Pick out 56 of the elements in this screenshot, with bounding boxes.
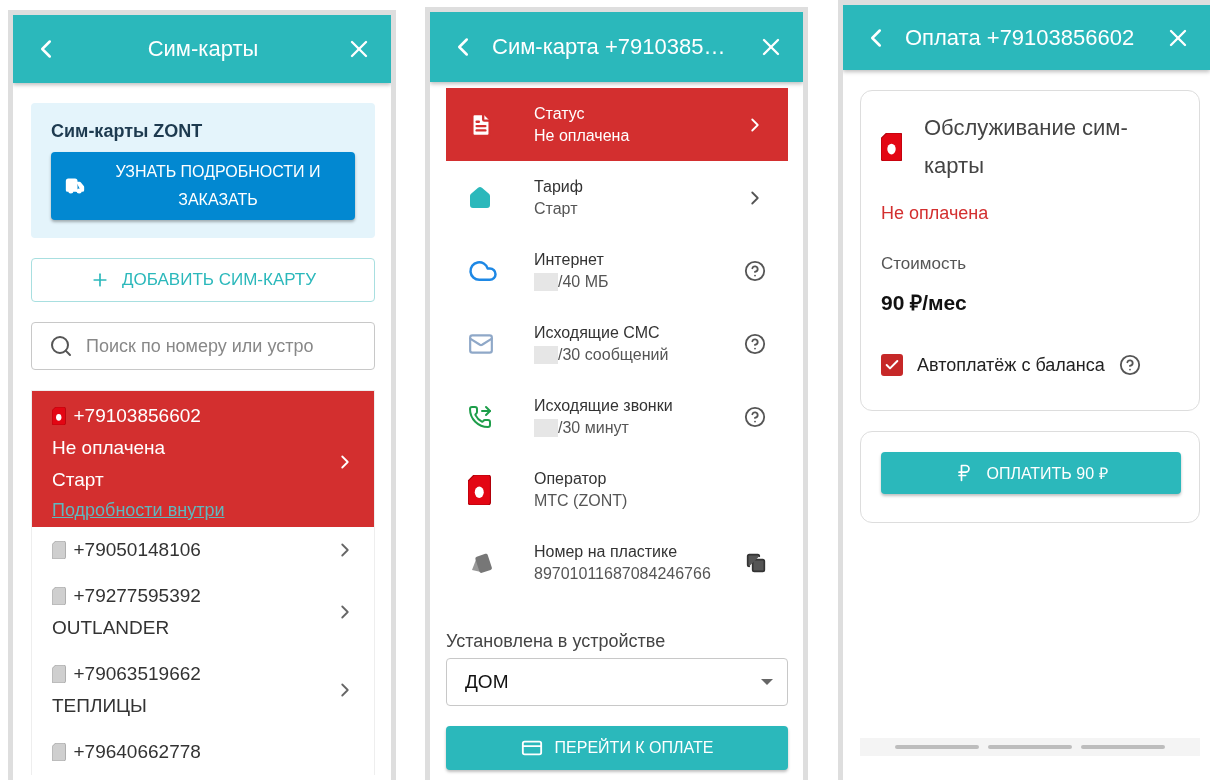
service-title: Обслуживание сим-карты	[924, 114, 1129, 180]
row-value: /30 минут	[558, 418, 629, 437]
sim-card-icon	[52, 743, 66, 761]
row-value: Не оплачена	[534, 126, 630, 145]
device-select[interactable]: ДОМ	[446, 658, 788, 706]
search-icon	[49, 334, 73, 358]
phone-number: +79640662778	[73, 740, 201, 764]
sim-card-icon	[881, 133, 902, 161]
row-label: Исходящие звонки	[534, 396, 674, 415]
field-label: Установлена в устройстве	[446, 631, 667, 652]
sim-card-icon	[52, 407, 66, 425]
sim-info-text: ТЕПЛИЦЫ	[52, 694, 148, 718]
truck-icon	[65, 176, 85, 196]
promo-title: Сим-карты ZONT	[51, 121, 204, 142]
row-label: Исходящие СМС	[534, 323, 661, 342]
header-title: Оплата +79103856602	[905, 24, 1136, 51]
row-value: /40 МБ	[558, 272, 609, 291]
autopay-checkbox[interactable]	[881, 354, 903, 376]
phone-number: +79103856602	[73, 404, 201, 428]
help-icon[interactable]	[744, 259, 766, 282]
header-title: Сим-карта +7910385…	[492, 34, 727, 60]
row-value: /30 сообщений	[558, 345, 669, 364]
phone-number: +79063519662	[73, 662, 201, 686]
row-value: Старт	[534, 199, 578, 218]
row-label: Тариф	[534, 177, 584, 196]
help-icon[interactable]	[744, 332, 766, 355]
sim-card-icon	[52, 541, 66, 559]
phone-icon	[468, 404, 492, 429]
sim-info-text: Не оплачена	[52, 436, 167, 460]
help-icon[interactable]	[1118, 354, 1141, 376]
checkbox-label: Автоплатёж с баланса	[917, 354, 1105, 376]
copy-icon[interactable]	[746, 552, 766, 573]
row-value: 89701011687084246766	[534, 564, 711, 583]
cost-label: Стоимость	[881, 254, 968, 274]
row-value: МТС (ZONT)	[534, 491, 628, 510]
phone-number: +79050148106	[73, 538, 201, 562]
sim-card-icon	[468, 474, 491, 505]
info-row[interactable]: Статус Не оплачена	[446, 88, 788, 161]
sim-list-item[interactable]: +79103856602 Не оплачена Старт Подробности внутри	[32, 391, 374, 527]
header-title: Сим-карты	[146, 36, 260, 62]
phone-number: +79277595392	[73, 584, 201, 608]
sim-card-icon	[52, 587, 66, 605]
dropdown-caret-icon	[761, 679, 773, 685]
help-icon[interactable]	[744, 405, 766, 428]
sim-info-text: Старт	[52, 468, 105, 492]
sim-info-text: OUTLANDER	[52, 616, 171, 640]
row-label: Интернет	[534, 250, 605, 269]
order-button[interactable]: УЗНАТЬ ПОДРОБНОСТИ И ЗАКАЗАТЬ	[51, 152, 355, 220]
sim-card-icon	[52, 665, 66, 683]
row-label: Оператор	[534, 469, 608, 488]
row-label: Статус	[534, 104, 586, 123]
payment-status: Не оплачена	[881, 203, 990, 224]
price-text: 90 ₽/мес	[881, 290, 968, 316]
search-field[interactable]: Поиск по номеру или устро	[31, 322, 375, 370]
home-icon	[468, 185, 492, 210]
row-label: Номер на пластике	[534, 542, 679, 561]
